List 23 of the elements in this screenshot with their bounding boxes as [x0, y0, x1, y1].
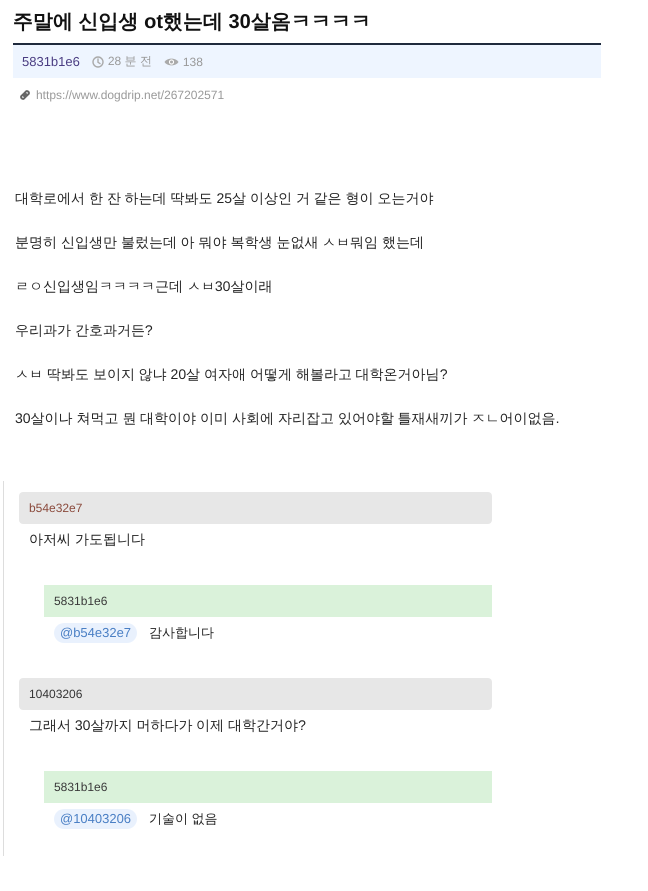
post-time: 28 분 전 [108, 53, 152, 70]
eye-icon [164, 56, 179, 66]
mention-link[interactable]: @10403206 [54, 809, 138, 829]
reply-author[interactable]: 5831b1e6 [54, 780, 108, 794]
view-count: 138 [182, 54, 203, 68]
comment-author[interactable]: 10403206 [29, 687, 82, 701]
post-paragraph: 우리과가 간호과거든? [15, 321, 153, 340]
post-title: 주말에 신입생 ot했는데 30살옴ㅋㅋㅋㅋ [13, 10, 372, 35]
post-paragraph: 대학로에서 한 잔 하는데 딱봐도 25살 이상인 거 같은 형이 오는거야 [15, 189, 434, 208]
link-icon [18, 88, 32, 102]
reply-author[interactable]: 5831b1e6 [54, 594, 108, 608]
mention-link[interactable]: @b54e32e7 [54, 623, 138, 643]
post-paragraph: 30살이나 쳐먹고 뭔 대학이야 이미 사회에 자리잡고 있어야할 틀재새끼가 ㅈㄴ어이없음. [15, 409, 560, 428]
author-name[interactable]: 5831b1e6 [22, 54, 80, 69]
comment-author[interactable]: b54e32e7 [29, 501, 82, 515]
post-paragraph: 분명히 신입생만 불렀는데 아 뭐야 복학생 눈없새 ㅅㅂ뭐임 했는데 [15, 233, 424, 252]
clock-icon [92, 56, 104, 68]
comment-text: 그래서 30살까지 머하다가 이제 대학간거야? [29, 716, 306, 735]
comment-text: 아저씨 가도됩니다 [29, 530, 145, 549]
reply-text: 기술이 없음 [149, 810, 218, 828]
post-paragraph: ㅅㅂ 딱봐도 보이지 않냐 20살 여자애 어떻게 해볼라고 대학온거아님? [15, 365, 448, 384]
post-paragraph: ㄹㅇ신입생임ㅋㅋㅋㅋ근데 ㅅㅂ30살이래 [15, 277, 272, 296]
reply-text: 감사합니다 [149, 624, 214, 642]
